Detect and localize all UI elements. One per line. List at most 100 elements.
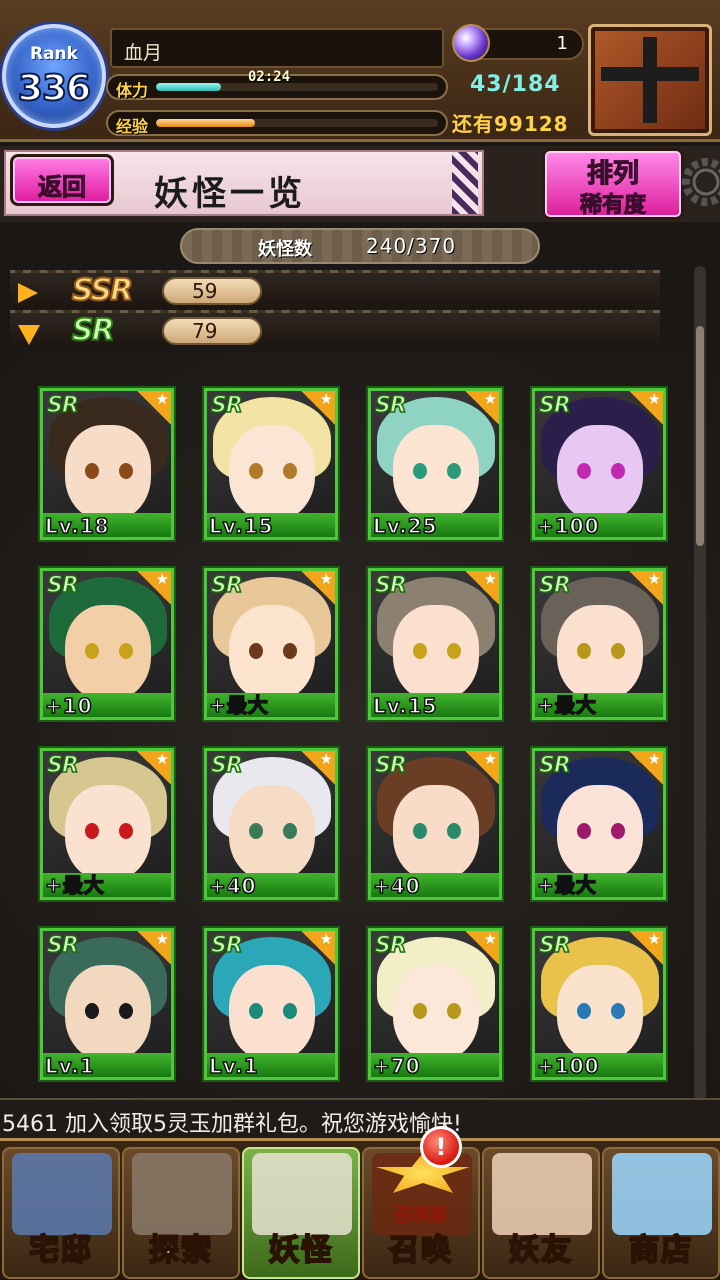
portrait-eye	[611, 823, 625, 839]
scroll-thumb[interactable]	[696, 326, 704, 546]
yokai-card[interactable]: SR Lv.15	[204, 388, 338, 540]
back-label: 返回	[38, 173, 87, 202]
yokai-card[interactable]: SR +10	[40, 568, 174, 720]
yokai-card[interactable]: SR +最大	[532, 568, 666, 720]
card-level: +最大	[44, 872, 105, 897]
yokai-card[interactable]: SR Lv.1	[40, 928, 174, 1080]
portrait-eye	[283, 1003, 297, 1019]
card-level: +最大	[536, 692, 597, 717]
yokai-card[interactable]: SR Lv.18	[40, 388, 174, 540]
portrait-eye	[413, 643, 427, 659]
yokai-card[interactable]: SR +40	[368, 748, 502, 900]
star-corner-icon	[301, 391, 335, 425]
scrollbar[interactable]	[694, 266, 706, 1100]
portrait-eye	[611, 643, 625, 659]
nav-item[interactable]: 召唤 召唤祭	[362, 1147, 480, 1279]
yokai-card[interactable]: SR +最大	[40, 748, 174, 900]
yokai-card-grid[interactable]: SR Lv.18 SR Lv.15 SR Lv.25 SR +100 SR +10 SR +最大 SR L…	[0, 352, 720, 1098]
star-corner-icon	[629, 391, 663, 425]
portrait-face	[557, 965, 643, 1061]
star-corner-icon	[137, 931, 171, 965]
yokai-card[interactable]: SR +100	[532, 388, 666, 540]
card-rarity-badge: SR	[210, 752, 243, 779]
portrait-eye	[413, 1003, 427, 1019]
portrait-eye	[85, 643, 99, 659]
player-name-box: 血月	[110, 28, 444, 68]
yokai-card[interactable]: SR Lv.15	[368, 568, 502, 720]
star-corner-icon	[137, 391, 171, 425]
stamina-timer: 02:24	[248, 69, 291, 85]
summon-alert-text: !	[435, 1133, 447, 1161]
nav-icon	[132, 1153, 232, 1235]
portrait-eye	[611, 463, 625, 479]
rarity-row-ssr[interactable]: SSR 59	[10, 270, 660, 309]
star-corner-icon	[137, 571, 171, 605]
portrait-eye	[577, 823, 591, 839]
portrait-face	[557, 785, 643, 881]
nav-label: 商店	[628, 1232, 693, 1269]
nav-item[interactable]: 宅邸	[2, 1147, 120, 1279]
star-corner-icon	[301, 751, 335, 785]
stamina-track	[156, 83, 438, 91]
portrait-eye	[413, 463, 427, 479]
portrait-eye	[249, 823, 263, 839]
nav-item[interactable]: 商店	[602, 1147, 720, 1279]
sr-badge: SR	[71, 312, 116, 349]
gem-count: 1	[556, 33, 568, 54]
portrait-eye	[447, 643, 461, 659]
portrait-face	[229, 605, 315, 701]
sort-label: 排列	[586, 159, 639, 190]
portrait-eye	[283, 463, 297, 479]
portrait-eye	[85, 823, 99, 839]
card-rarity-badge: SR	[46, 572, 79, 599]
portrait-eye	[119, 643, 133, 659]
yokai-card[interactable]: SR Lv.1	[204, 928, 338, 1080]
summon-fest-label: 召唤祭	[394, 1205, 449, 1227]
card-rarity-badge: SR	[538, 752, 571, 779]
bottom-nav: 宅邸 探索 妖怪 召唤 召唤祭 妖友 商店	[0, 1138, 720, 1280]
nav-item[interactable]: 妖友	[482, 1147, 600, 1279]
portrait-eye	[119, 823, 133, 839]
portrait-eye	[577, 463, 591, 479]
star-corner-icon	[301, 571, 335, 605]
summon-alert-badge: !	[420, 1126, 462, 1168]
nav-item[interactable]: 探索	[122, 1147, 240, 1279]
card-level: +100	[536, 513, 600, 538]
star-corner-icon	[137, 751, 171, 785]
sort-button[interactable]: 排列 稀有度	[542, 148, 684, 220]
yokai-card[interactable]: SR +最大	[204, 568, 338, 720]
portrait-eye	[249, 463, 263, 479]
rarity-row-sr[interactable]: SR 79	[10, 310, 660, 349]
star-corner-icon	[629, 931, 663, 965]
ssr-count: 59	[162, 277, 262, 305]
rank-badge: Rank 336	[2, 24, 106, 128]
rank-label: Rank	[30, 44, 78, 64]
portrait-eye	[413, 823, 427, 839]
star-corner-icon	[465, 571, 499, 605]
card-level: Lv.15	[372, 693, 438, 718]
exp-label: 经验	[116, 117, 149, 136]
card-level: +10	[44, 693, 93, 718]
yokai-card[interactable]: SR Lv.25	[368, 388, 502, 540]
card-rarity-badge: SR	[210, 392, 243, 419]
treasure-chest-button[interactable]	[588, 24, 712, 136]
portrait-face	[229, 785, 315, 881]
card-rarity-badge: SR	[374, 392, 407, 419]
yokai-card[interactable]: SR +40	[204, 748, 338, 900]
portrait-face	[393, 965, 479, 1061]
nav-label: 召唤	[388, 1232, 453, 1269]
card-rarity-badge: SR	[46, 752, 79, 779]
back-button[interactable]: 返回	[10, 154, 114, 206]
card-rarity-badge: SR	[210, 932, 243, 959]
nav-icon	[252, 1153, 352, 1235]
exp-track	[156, 119, 438, 127]
portrait-face	[393, 605, 479, 701]
portrait-face	[65, 425, 151, 521]
yokai-card[interactable]: SR +100	[532, 928, 666, 1080]
yokai-card[interactable]: SR +最大	[532, 748, 666, 900]
nav-item[interactable]: 妖怪	[242, 1147, 360, 1279]
yokai-card[interactable]: SR +70	[368, 928, 502, 1080]
card-rarity-badge: SR	[538, 392, 571, 419]
portrait-eye	[119, 463, 133, 479]
nav-label: 探索	[148, 1232, 213, 1269]
